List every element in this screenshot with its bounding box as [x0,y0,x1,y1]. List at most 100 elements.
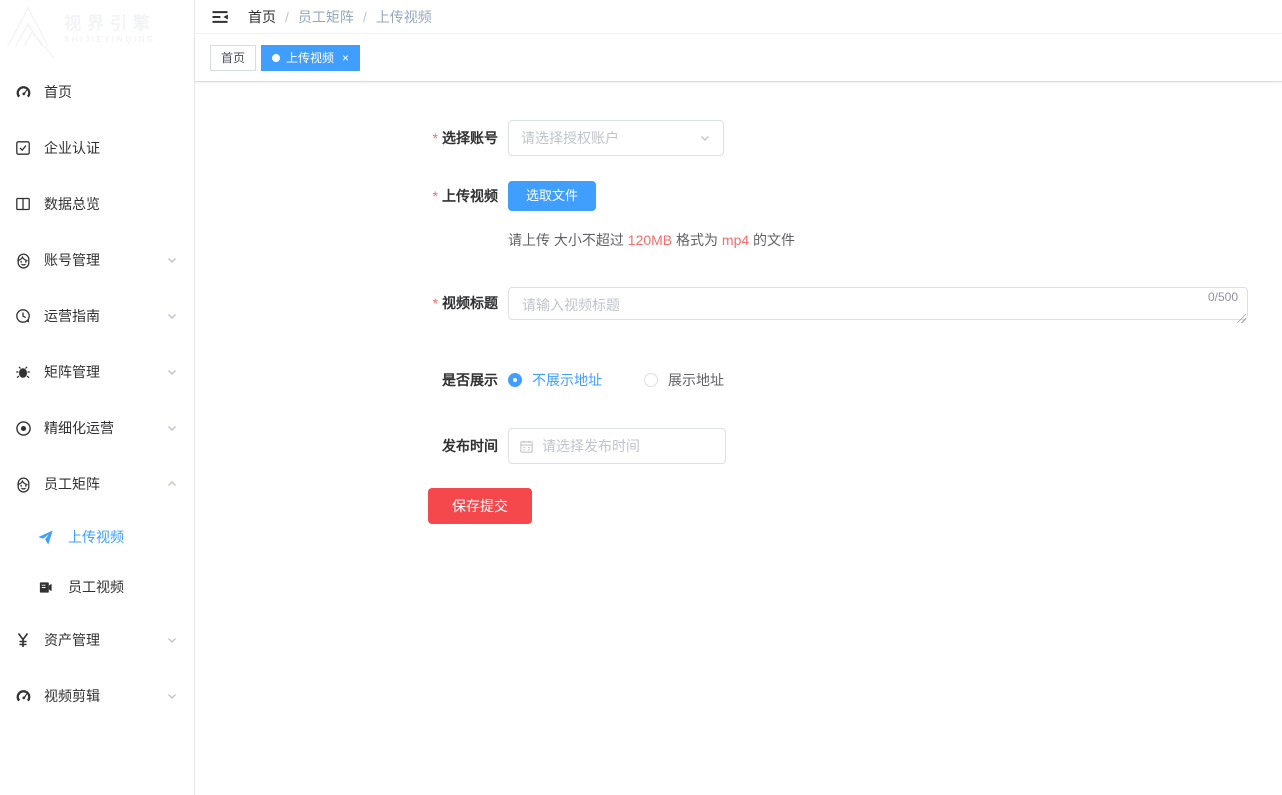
form-row-submit: 保存提交 [428,488,1282,524]
logo: 视界引擎 SHIJIEYINQING [0,0,194,60]
top-navbar: 首页 / 员工矩阵 / 上传视频 [195,0,1282,34]
matrix-icon [14,363,32,381]
sidebar-item-label: 精细化运营 [44,418,166,438]
tab-home[interactable]: 首页 [210,45,256,71]
radio-label: 展示地址 [668,370,724,390]
form-row-account: 选择账号 请选择授权账户 [428,120,1282,156]
char-counter: 0/500 [1208,290,1238,304]
upload-tip-text: 的文件 [749,232,795,248]
sidebar-item-label: 企业认证 [44,138,180,158]
video-title-input[interactable] [508,287,1248,320]
sidebar-item-home[interactable]: 首页 [0,64,194,120]
target-icon [14,419,32,437]
certify-icon [14,139,32,157]
sidebar-item-asset-management[interactable]: 资产管理 [0,612,194,668]
chevron-down-icon [166,365,180,379]
sidebar-collapse-icon[interactable] [210,7,230,27]
display-label: 是否展示 [428,370,498,390]
radio-selected-icon [508,373,522,387]
sidebar-item-label: 上传视频 [68,527,180,547]
sidebar: 视界引擎 SHIJIEYINQING 首页 企业认证 数据总览 账号管理 [0,0,195,795]
sidebar-item-staff-matrix[interactable]: 员工矩阵 [0,456,194,512]
tab-label: 上传视频 [286,49,334,66]
chevron-down-icon [166,633,180,647]
sidebar-item-label: 矩阵管理 [44,362,166,382]
radio-label: 不展示地址 [532,370,602,390]
chevron-down-icon [166,689,180,703]
logo-subtitle: SHIJIEYINQING [64,34,156,46]
logo-title: 视界引擎 [64,14,156,34]
chevron-down-icon [166,309,180,323]
form-row-title: 视频标题 0/500 [428,287,1282,325]
form-row-publish-time: 发布时间 请选择发布时间 [428,428,1282,464]
upload-form: 选择账号 请选择授权账户 上传视频 选取文件 请上传 大小不超过 120MB 格… [195,82,1282,795]
chevron-up-icon [166,477,180,491]
data-overview-icon [14,195,32,213]
publish-time-picker[interactable]: 请选择发布时间 [508,428,726,464]
upload-tip-text: 格式为 [672,232,722,248]
chevron-down-icon [166,421,180,435]
main-area: 首页 / 员工矩阵 / 上传视频 首页 上传视频 × 选择账号 [195,0,1282,795]
staff-icon [14,475,32,493]
choose-file-button[interactable]: 选取文件 [508,181,596,211]
form-row-display: 是否展示 不展示地址 展示地址 [428,370,1282,390]
sidebar-item-label: 首页 [44,82,180,102]
sidebar-item-label: 员工视频 [68,577,180,597]
account-select-placeholder: 请选择授权账户 [521,128,699,148]
publish-time-label: 发布时间 [428,428,498,464]
active-dot-icon [272,54,280,62]
sidebar-item-label: 视频剪辑 [44,686,166,706]
dashboard-icon [14,83,32,101]
sidebar-item-label: 员工矩阵 [44,474,166,494]
sidebar-item-operation-guide[interactable]: 运营指南 [0,288,194,344]
sidebar-item-data-overview[interactable]: 数据总览 [0,176,194,232]
upload-tip: 请上传 大小不超过 120MB 格式为 mp4 的文件 [508,230,795,250]
breadcrumb-separator: / [363,9,367,25]
account-label: 选择账号 [428,120,498,156]
logo-text: 视界引擎 SHIJIEYINQING [64,14,156,46]
tags-view-bar: 首页 上传视频 × [195,34,1282,82]
close-icon[interactable]: × [342,52,349,64]
sidebar-item-upload-video[interactable]: 上传视频 [0,512,194,562]
sidebar-item-video-clip[interactable]: 视频剪辑 [0,668,194,724]
sidebar-item-label: 数据总览 [44,194,180,214]
sidebar-item-matrix-management[interactable]: 矩阵管理 [0,344,194,400]
sidebar-item-staff-video[interactable]: 员工视频 [0,562,194,612]
breadcrumb-separator: / [285,9,289,25]
video-icon [36,578,54,596]
sidebar-item-refined-operation[interactable]: 精细化运营 [0,400,194,456]
radio-hide-address[interactable]: 不展示地址 [508,370,602,390]
asset-icon [14,631,32,649]
display-radio-group: 不展示地址 展示地址 [508,370,724,390]
sidebar-item-label: 资产管理 [44,630,166,650]
sidebar-menu: 首页 企业认证 数据总览 账号管理 运营指南 矩阵管理 [0,60,194,724]
upload-tip-text: 请上传 大小不超过 [508,232,628,248]
form-row-upload: 上传视频 选取文件 请上传 大小不超过 120MB 格式为 mp4 的文件 [428,181,1282,250]
breadcrumb: 首页 / 员工矩阵 / 上传视频 [248,7,432,27]
video-title-label: 视频标题 [428,287,498,320]
chevron-down-icon [699,132,711,144]
breadcrumb-item[interactable]: 员工矩阵 [298,7,354,27]
save-submit-button[interactable]: 保存提交 [428,488,532,524]
breadcrumb-item[interactable]: 首页 [248,7,276,27]
logo-mark-icon [2,2,60,58]
sidebar-item-enterprise-certify[interactable]: 企业认证 [0,120,194,176]
send-icon [36,528,54,546]
toutiao-watermark: 头条 @青州万潍网络 [920,737,1272,791]
sidebar-item-label: 运营指南 [44,306,166,326]
radio-show-address[interactable]: 展示地址 [644,370,724,390]
account-select[interactable]: 请选择授权账户 [508,120,724,156]
breadcrumb-item: 上传视频 [376,7,432,27]
upload-tip-size: 120MB [628,232,672,248]
account-icon [14,251,32,269]
publish-time-placeholder: 请选择发布时间 [542,436,640,456]
upload-label: 上传视频 [428,181,498,211]
tab-upload-video[interactable]: 上传视频 × [261,45,360,71]
tab-label: 首页 [221,49,245,66]
sidebar-item-account-management[interactable]: 账号管理 [0,232,194,288]
radio-unselected-icon [644,373,658,387]
calendar-icon [519,439,534,454]
clip-icon [14,687,32,705]
app-window: 视界引擎 SHIJIEYINQING 首页 企业认证 数据总览 账号管理 [0,0,1282,795]
guide-icon [14,307,32,325]
